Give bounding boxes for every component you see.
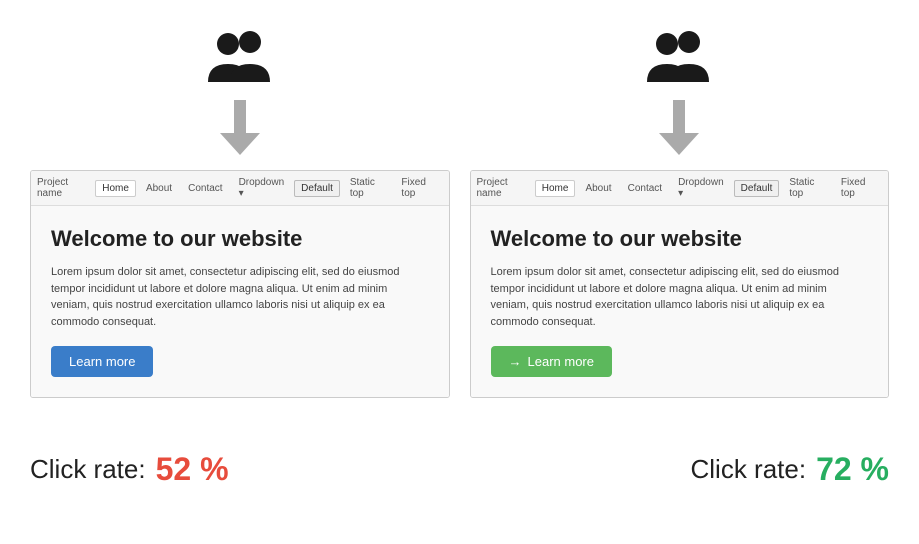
heading-a: Welcome to our website — [51, 226, 429, 252]
mini-browser-b: Project name Home About Contact Dropdown… — [470, 170, 890, 398]
down-arrow-b — [659, 100, 699, 160]
learn-more-button-b[interactable]: → Learn more — [491, 346, 612, 377]
nav-home-a[interactable]: Home — [95, 180, 136, 197]
button-label-b: Learn more — [528, 354, 594, 369]
mini-browser-a: Project name Home About Contact Dropdown… — [30, 170, 450, 398]
nav-dropdown-a[interactable]: Dropdown ▾ — [233, 175, 291, 201]
browser-content-a: Welcome to our website Lorem ipsum dolor… — [31, 206, 449, 397]
click-rate-label-a: Click rate: — [30, 454, 146, 485]
nav-default-a[interactable]: Default — [294, 180, 340, 197]
nav-about-b[interactable]: About — [579, 181, 617, 196]
nav-contact-a[interactable]: Contact — [182, 181, 228, 196]
nav-static-a[interactable]: Static top — [344, 175, 392, 201]
nav-default-b[interactable]: Default — [734, 180, 780, 197]
click-rate-a: Click rate: 52 % — [30, 414, 229, 524]
people-group-icon-b — [639, 30, 719, 90]
body-text-b: Lorem ipsum dolor sit amet, consectetur … — [491, 264, 869, 330]
browser-nav-a: Project name Home About Contact Dropdown… — [31, 171, 449, 206]
nav-about-a[interactable]: About — [140, 181, 178, 196]
browser-nav-b: Project name Home About Contact Dropdown… — [471, 171, 889, 206]
click-rate-value-a: 52 % — [156, 451, 229, 488]
nav-home-b[interactable]: Home — [535, 180, 576, 197]
variant-b: Project name Home About Contact Dropdown… — [470, 20, 890, 524]
people-group-icon-a — [200, 30, 280, 90]
click-rate-b: Click rate: 72 % — [690, 414, 889, 524]
nav-fixed-b[interactable]: Fixed top — [835, 175, 882, 201]
down-arrow-a — [220, 100, 260, 160]
browser-content-b: Welcome to our website Lorem ipsum dolor… — [471, 206, 889, 397]
ab-test-container: Project name Home About Contact Dropdown… — [30, 20, 889, 524]
body-text-a: Lorem ipsum dolor sit amet, consectetur … — [51, 264, 429, 330]
nav-brand-b: Project name — [477, 177, 527, 199]
click-rate-label-b: Click rate: — [690, 454, 806, 485]
learn-more-button-a[interactable]: Learn more — [51, 346, 153, 377]
nav-brand-a: Project name — [37, 177, 87, 199]
heading-b: Welcome to our website — [491, 226, 869, 252]
button-arrow-icon: → — [509, 354, 522, 369]
nav-dropdown-b[interactable]: Dropdown ▾ — [672, 175, 730, 201]
nav-contact-b[interactable]: Contact — [622, 181, 668, 196]
nav-static-b[interactable]: Static top — [783, 175, 831, 201]
click-rate-value-b: 72 % — [816, 451, 889, 488]
nav-fixed-a[interactable]: Fixed top — [395, 175, 442, 201]
variant-a: Project name Home About Contact Dropdown… — [30, 20, 450, 524]
